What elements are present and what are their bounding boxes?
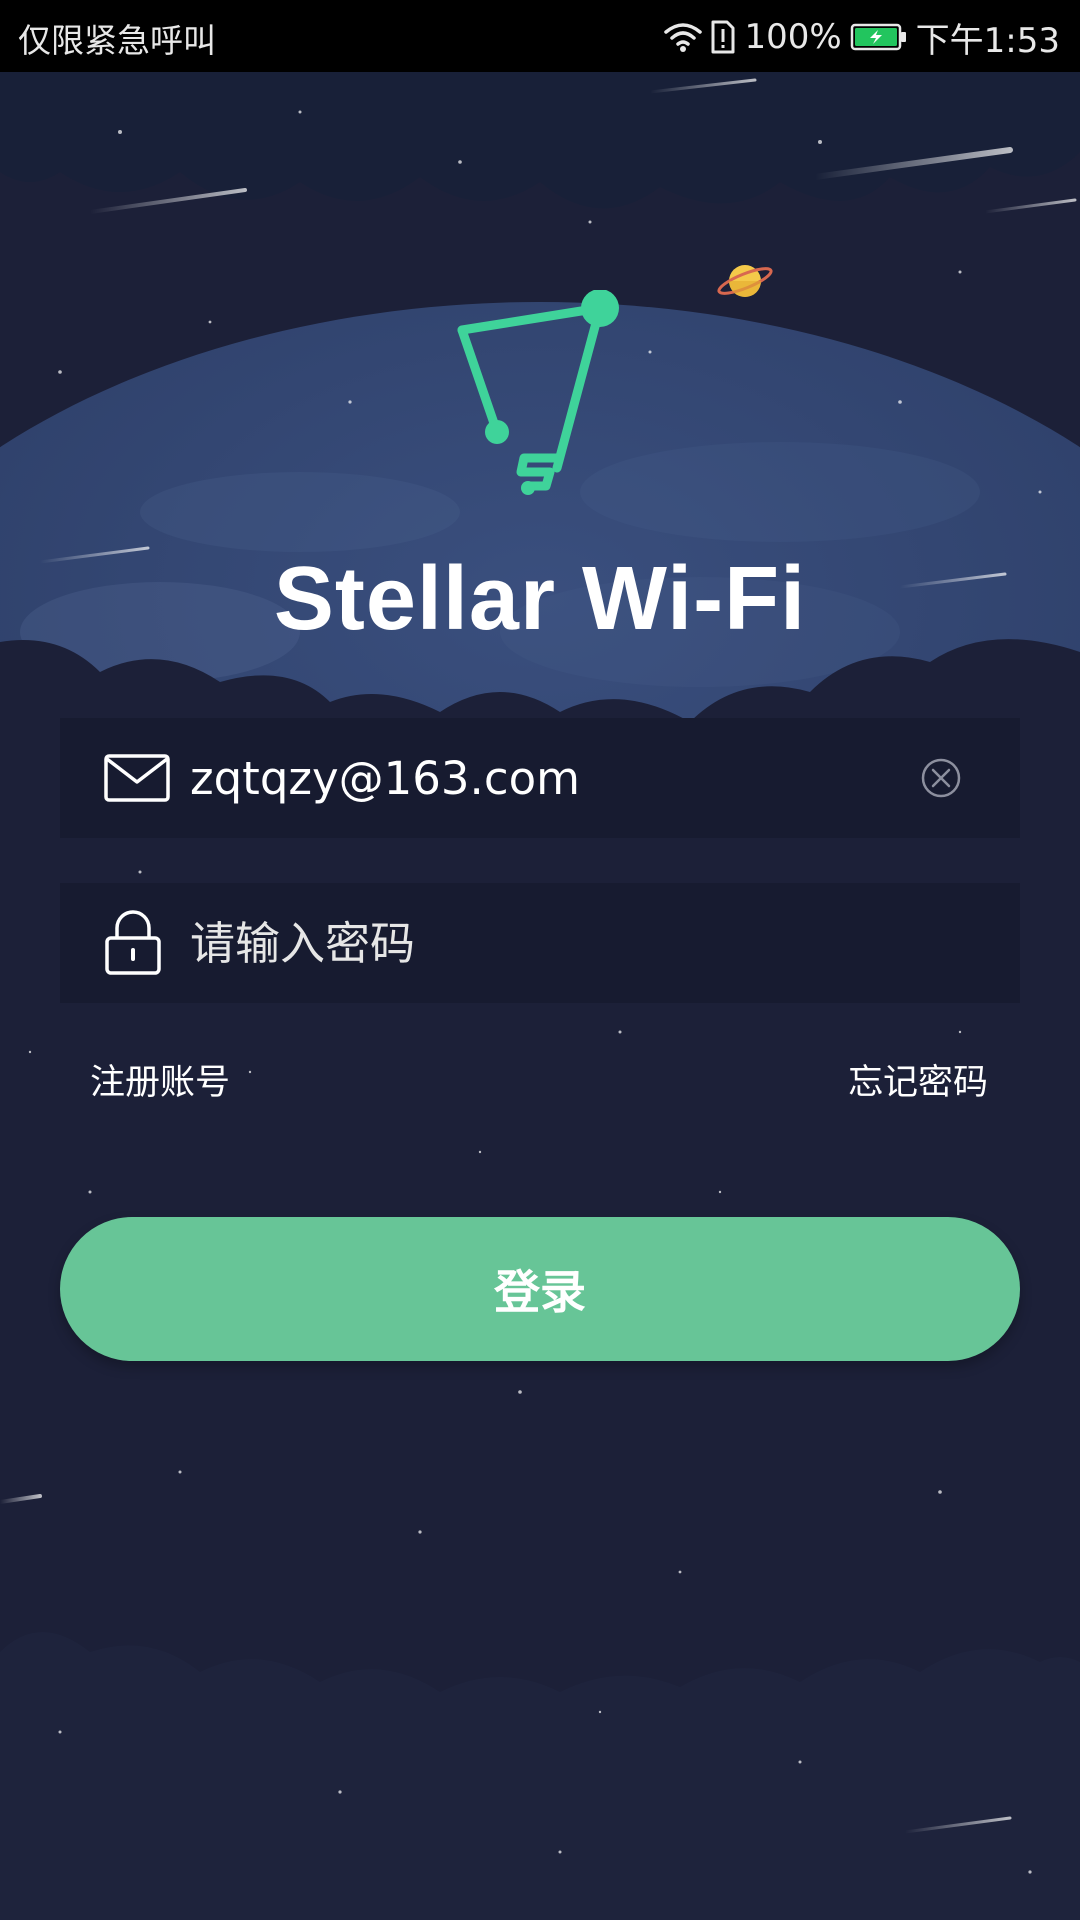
register-link[interactable]: 注册账号 — [90, 1054, 230, 1105]
clock: 下午1:53 — [915, 20, 1060, 61]
status-icons: 100% 下午1:53 — [664, 12, 1060, 62]
login-button[interactable]: 登录 — [60, 1217, 1020, 1361]
password-input[interactable] — [190, 883, 870, 1003]
battery-charging-icon — [850, 22, 908, 52]
email-field — [60, 718, 1020, 838]
forgot-password-link[interactable]: 忘记密码 — [848, 1054, 988, 1105]
carrier-text: 仅限紧急呼叫 — [18, 21, 216, 60]
sim-alert-icon — [710, 19, 736, 55]
password-field — [60, 883, 1020, 1003]
lock-icon — [104, 883, 162, 1003]
email-input[interactable] — [190, 718, 870, 838]
app-title: Stellar Wi-Fi — [273, 549, 807, 649]
clear-circle-x-icon[interactable] — [920, 757, 962, 799]
wifi-icon — [664, 21, 703, 53]
constellation-logo-icon — [440, 289, 640, 520]
battery-percent: 100% — [744, 17, 842, 57]
mail-icon — [104, 718, 170, 838]
status-bar: 仅限紧急呼叫 100% 下午1:53 — [0, 0, 1080, 72]
